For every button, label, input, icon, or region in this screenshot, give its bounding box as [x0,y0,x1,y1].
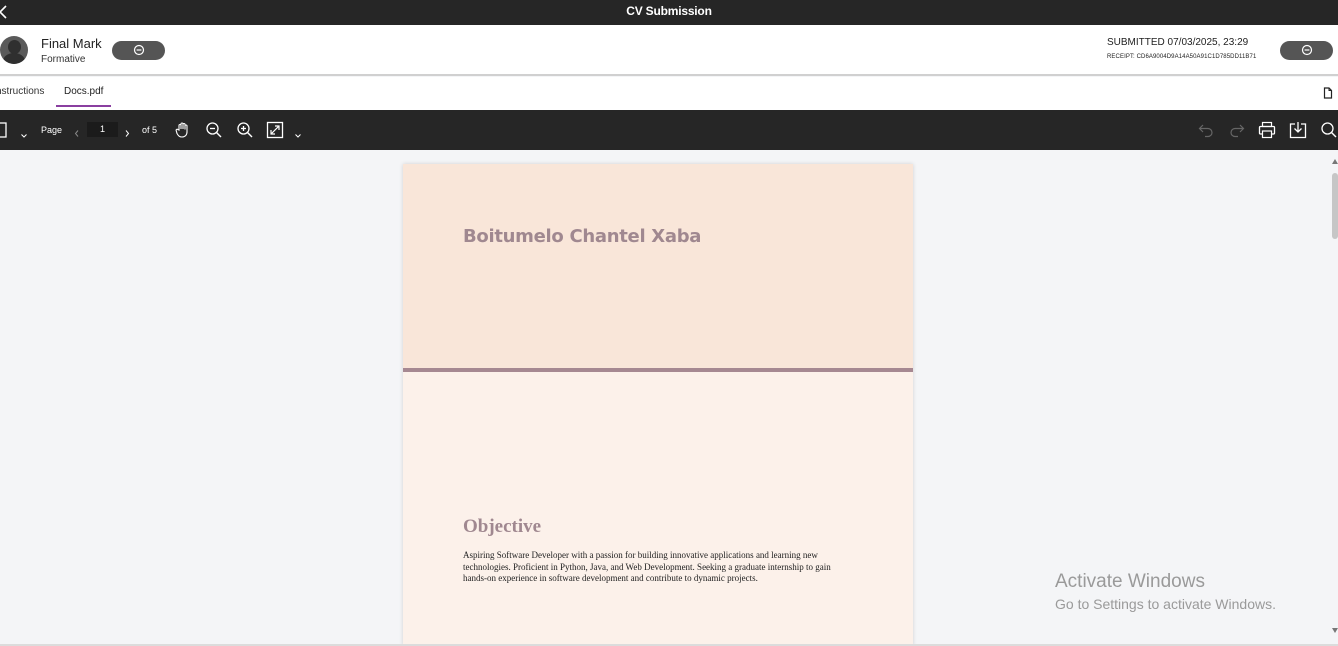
cv-objective-text: Aspiring Software Developer with a passi… [463,550,831,583]
active-tab-indicator [56,105,111,107]
file-icon[interactable] [1323,86,1333,99]
mark-status-pill[interactable] [112,41,165,60]
cv-section-heading: Objective [463,516,542,537]
sidebar-toggle-icon[interactable] [0,122,8,143]
zoom-options-chevron-icon[interactable] [294,126,302,144]
minus-circle-icon [133,44,144,56]
page-count: of 5 [142,125,158,135]
cv-name: Boitumelo Chantel Xaba [463,226,702,247]
pdf-page: Boitumelo Chantel Xaba Objective Aspirin… [403,164,913,646]
page-label: Page [41,125,63,135]
cv-body-band [403,372,913,646]
cv-header-band [403,164,913,368]
scroll-down-arrow-icon[interactable] [1332,628,1338,633]
zoom-in-icon[interactable] [236,121,254,144]
window-title: CV Submission [626,4,712,18]
tab-instructions[interactable]: nstructions [0,86,44,97]
chevron-right-icon[interactable] [124,125,130,143]
avatar [0,36,28,64]
final-mark-title: Final Mark [41,36,102,51]
download-icon[interactable] [1289,121,1307,144]
receipt-status-pill[interactable] [1280,41,1333,60]
tab-docs-pdf[interactable]: Docs.pdf [64,86,103,97]
chevron-left-icon[interactable] [74,125,80,143]
tab-bar: nstructions Docs.pdf [0,77,1338,110]
assessment-type: Formative [41,54,86,65]
vertical-scrollbar[interactable] [1330,150,1338,644]
hand-pan-icon[interactable] [174,121,192,144]
zoom-out-icon[interactable] [205,121,223,144]
watermark-title: Activate Windows [1055,571,1205,592]
activate-windows-watermark: Activate Windows Go to Settings to activ… [1055,571,1276,612]
submitted-timestamp: SUBMITTED 07/03/2025, 23:29 [1107,37,1249,48]
redo-icon[interactable] [1228,122,1246,143]
fit-page-icon[interactable] [266,121,284,144]
page-number-input[interactable]: 1 [87,122,118,137]
undo-icon[interactable] [1197,122,1215,143]
scroll-thumb[interactable] [1332,173,1338,239]
title-bar: CV Submission [0,0,1338,25]
scroll-up-arrow-icon[interactable] [1332,159,1338,164]
print-icon[interactable] [1258,121,1276,144]
pdf-toolbar: Page 1 of 5 [0,110,1338,150]
watermark-subtitle: Go to Settings to activate Windows. [1055,596,1276,612]
chevron-down-icon[interactable] [20,126,28,144]
minus-circle-icon [1301,44,1312,56]
submission-header: Final Mark Formative SUBMITTED 07/03/202… [0,25,1338,76]
search-icon[interactable] [1320,121,1338,144]
receipt-id: RECEIPT: CD6A9004D9A14A50A91C1D785DD11B7… [1107,54,1257,60]
